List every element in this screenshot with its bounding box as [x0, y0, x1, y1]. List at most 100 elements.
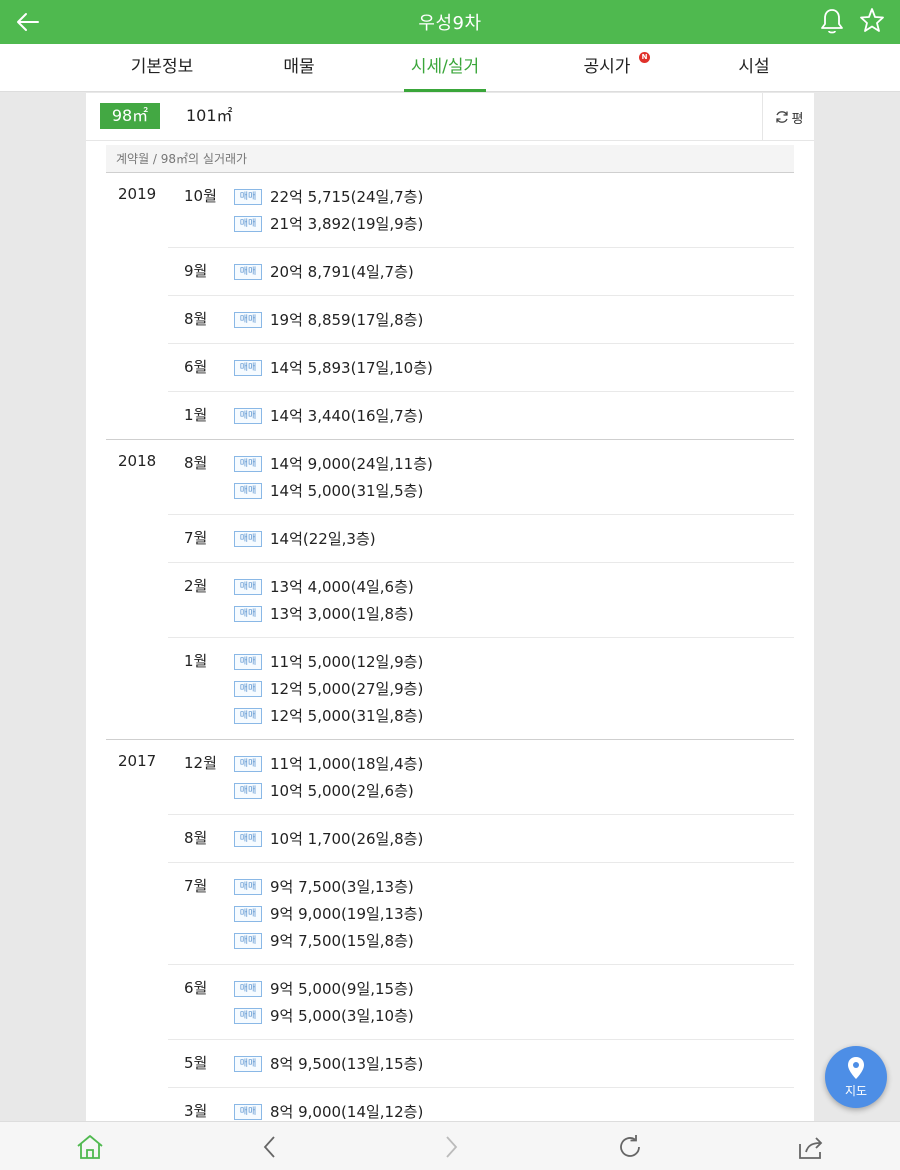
tab-facilities[interactable]: 시설 [737, 44, 771, 92]
tab-price-transactions[interactable]: 시세/실거래 [404, 44, 486, 123]
trade-type-tag: 매매 [234, 263, 262, 280]
month-row: 2월 매매 13억 4,000(4일,6층) 매매 13억 3,000(1일,8층) [168, 563, 794, 638]
home-icon[interactable] [75, 1132, 105, 1162]
year-group: 2018 8월 매매 14억 9,000(24일,11층) 매매 14억 5,000(31… [106, 440, 794, 740]
trade-type-tag: 매매 [234, 932, 262, 949]
map-label: 지도 [844, 1083, 868, 1098]
month-label: 6월 [184, 358, 208, 376]
trade-price: 21억 3,892(19일,9층) [270, 215, 424, 233]
trade-price: 10억 5,000(2일,6층) [270, 782, 414, 800]
trade-entry: 매매 12억 5,000(27일,9층) [234, 675, 794, 702]
trade-entry: 매매 9억 5,000(3일,10층) [234, 1002, 794, 1029]
trade-entry: 매매 9억 9,000(19일,13층) [234, 900, 794, 927]
trade-type-tag: 매매 [234, 782, 262, 799]
trade-entry: 매매 12억 5,000(31일,8층) [234, 702, 794, 729]
refresh-icon [775, 111, 788, 123]
trade-entry: 매매 22억 5,715(24일,7층) [234, 183, 794, 210]
trade-price: 19억 8,859(17일,8층) [270, 311, 424, 329]
trade-type-tag: 매매 [234, 188, 262, 205]
trade-type-tag: 매매 [234, 755, 262, 772]
browser-back-icon[interactable] [255, 1132, 285, 1162]
trade-price: 10억 1,700(26일,8층) [270, 830, 424, 848]
unit-toggle-button[interactable]: 평 [762, 93, 814, 141]
tab-official-price[interactable]: 공시가격 N [576, 44, 650, 123]
area-option[interactable]: 101㎡ [174, 103, 245, 129]
month-label: 6월 [184, 979, 208, 997]
trade-price: 9억 5,000(9일,15층) [270, 980, 414, 998]
month-label: 8월 [184, 310, 208, 328]
trade-price: 11억 1,000(18일,4층) [270, 755, 424, 773]
table-header: 계약월 / 98㎡의 실거래가 [106, 145, 794, 173]
trade-entry: 매매 9억 7,500(3일,13층) [234, 873, 794, 900]
trade-price: 9억 7,500(15일,8층) [270, 932, 414, 950]
trade-price: 8억 9,500(13일,15층) [270, 1055, 424, 1073]
star-icon[interactable] [858, 5, 886, 35]
month-row: 7월 매매 9억 7,500(3일,13층) 매매 9억 9,000(19일,13층) 매… [168, 863, 794, 965]
month-row: 6월 매매 14억 5,893(17일,10층) [168, 344, 794, 392]
trade-price: 14억(22일,3층) [270, 530, 376, 548]
share-icon[interactable] [796, 1132, 826, 1162]
map-button[interactable]: 지도 [825, 1046, 887, 1108]
back-arrow-icon[interactable] [12, 6, 44, 38]
browser-forward-icon[interactable] [436, 1132, 466, 1162]
trade-type-tag: 매매 [234, 455, 262, 472]
trade-type-tag: 매매 [234, 407, 262, 424]
trade-type-tag: 매매 [234, 1103, 262, 1120]
tab-label: 매물 [283, 57, 315, 77]
trade-entry: 매매 14억 5,000(31일,5층) [234, 477, 794, 504]
month-label: 12월 [184, 754, 217, 772]
trade-entry: 매매 19억 8,859(17일,8층) [234, 306, 794, 333]
month-row: 1월 매매 14억 3,440(16일,7층) [168, 392, 794, 439]
trade-price: 12억 5,000(27일,9층) [270, 680, 424, 698]
trade-entry: 매매 21억 3,892(19일,9층) [234, 210, 794, 237]
transaction-list: 2019 10월 매매 22억 5,715(24일,7층) 매매 21억 3,892(19… [106, 173, 794, 1121]
trade-entry: 매매 9억 7,500(15일,8층) [234, 927, 794, 954]
area-selector: 98㎡ 101㎡ 평 [86, 93, 814, 141]
area-option-selected[interactable]: 98㎡ [100, 103, 160, 129]
trade-type-tag: 매매 [234, 653, 262, 670]
month-row: 9월 매매 20억 8,791(4일,7층) [168, 248, 794, 296]
trade-type-tag: 매매 [234, 707, 262, 724]
trade-price: 9억 9,000(19일,13층) [270, 905, 424, 923]
month-row: 5월 매매 8억 9,500(13일,15층) [168, 1040, 794, 1088]
year-group: 2019 10월 매매 22억 5,715(24일,7층) 매매 21억 3,892(19… [106, 173, 794, 440]
trade-price: 13억 3,000(1일,8층) [270, 605, 414, 623]
month-label: 10월 [184, 187, 217, 205]
year-label: 2019 [118, 185, 157, 203]
month-label: 7월 [184, 529, 208, 547]
month-label: 9월 [184, 262, 208, 280]
trade-entry: 매매 14억(22일,3층) [234, 525, 794, 552]
tab-basic-info[interactable]: 기본정보 [130, 44, 194, 92]
unit-label: 평 [791, 111, 804, 127]
reload-icon[interactable] [615, 1132, 645, 1162]
tab-label: 시설 [738, 57, 770, 77]
month-row: 10월 매매 22억 5,715(24일,7층) 매매 21억 3,892(19일,9층… [168, 173, 794, 248]
tab-listings[interactable]: 매물 [282, 44, 316, 92]
month-row: 3월 매매 8억 9,000(14일,12층) [168, 1088, 794, 1121]
trade-price: 9억 5,000(3일,10층) [270, 1007, 414, 1025]
trade-price: 13억 4,000(4일,6층) [270, 578, 414, 596]
trade-type-tag: 매매 [234, 1007, 262, 1024]
trade-entry: 매매 14억 5,893(17일,10층) [234, 354, 794, 381]
trade-price: 8억 9,000(14일,12층) [270, 1103, 424, 1121]
trade-type-tag: 매매 [234, 1055, 262, 1072]
trade-type-tag: 매매 [234, 605, 262, 622]
trade-entry: 매매 8억 9,000(14일,12층) [234, 1098, 794, 1121]
trade-price: 22억 5,715(24일,7층) [270, 188, 424, 206]
month-label: 1월 [184, 406, 208, 424]
trade-price: 14억 5,893(17일,10층) [270, 359, 433, 377]
month-row: 6월매매 9억 5,000(9일,15층) 매매 9억 5,000(3일,10층) [168, 965, 794, 1040]
trade-entry: 매매 11억 1,000(18일,4층) [234, 750, 794, 777]
trade-type-tag: 매매 [234, 878, 262, 895]
month-row: 1월 매매 11억 5,000(12일,9층) 매매 12억 5,000(27일,9층)… [168, 638, 794, 739]
bell-icon[interactable] [818, 6, 846, 36]
month-label: 8월 [184, 454, 208, 472]
trade-type-tag: 매매 [234, 578, 262, 595]
trade-type-tag: 매매 [234, 905, 262, 922]
trade-price: 20억 8,791(4일,7층) [270, 263, 414, 281]
trade-entry: 매매 14억 3,440(16일,7층) [234, 402, 794, 429]
month-row: 8월 매매 10억 1,700(26일,8층) [168, 815, 794, 863]
tab-label: 기본정보 [130, 57, 194, 77]
top-app-bar: 우성9차 [0, 0, 900, 44]
trade-entry: 매매 11억 5,000(12일,9층) [234, 648, 794, 675]
